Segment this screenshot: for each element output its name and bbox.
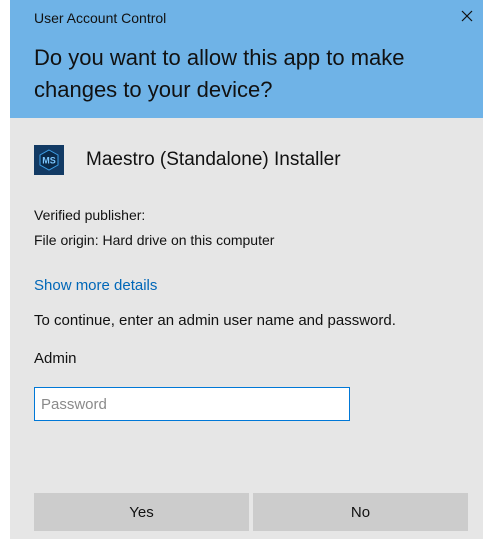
no-button[interactable]: No bbox=[253, 493, 468, 531]
admin-user-label: Admin bbox=[34, 350, 77, 367]
dialog-header: User Account Control Do you want to allo… bbox=[10, 0, 483, 118]
continue-instructions: To continue, enter an admin user name an… bbox=[34, 312, 396, 329]
yes-button[interactable]: Yes bbox=[34, 493, 249, 531]
window-title: User Account Control bbox=[34, 10, 167, 26]
uac-dialog: User Account Control Do you want to allo… bbox=[10, 0, 483, 539]
app-name: Maestro (Standalone) Installer bbox=[86, 149, 341, 170]
app-icon-text: MS bbox=[42, 156, 56, 166]
show-more-details-link[interactable]: Show more details bbox=[34, 277, 157, 295]
maestro-app-icon: MS bbox=[34, 145, 64, 175]
close-icon bbox=[461, 10, 473, 22]
prompt-question: Do you want to allow this app to make ch… bbox=[34, 45, 405, 102]
verified-publisher: Verified publisher: bbox=[34, 207, 146, 223]
password-input[interactable] bbox=[34, 387, 350, 421]
file-origin: File origin: Hard drive on this computer bbox=[34, 232, 275, 248]
close-button[interactable] bbox=[451, 0, 483, 32]
app-icon-hexagon: MS bbox=[39, 149, 59, 171]
app-info: MS Maestro (Standalone) Installer bbox=[34, 143, 341, 177]
